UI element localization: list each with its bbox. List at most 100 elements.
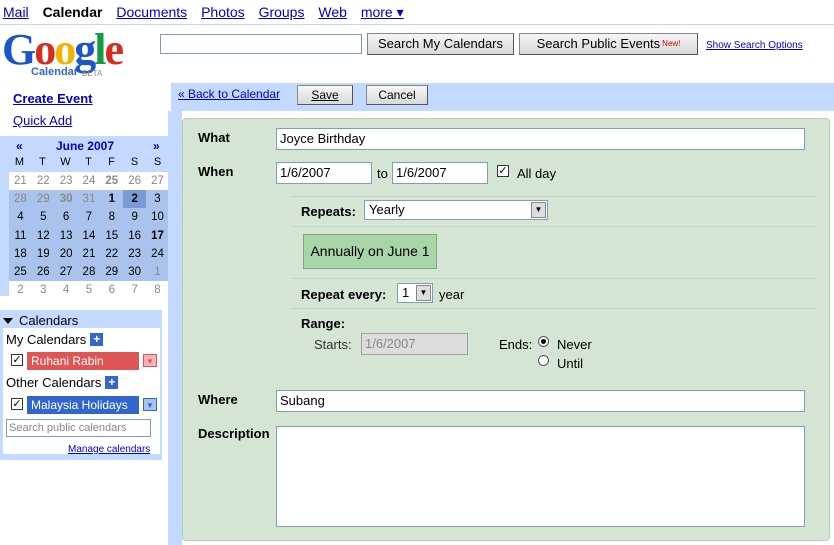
start-date-input[interactable]: 1/6/2007 <box>276 162 372 184</box>
mini-calendar-day[interactable]: 17 <box>146 226 169 245</box>
mini-calendar-day[interactable]: 23 <box>123 244 147 263</box>
mini-calendar-day[interactable]: 15 <box>100 226 124 245</box>
mini-calendar-day[interactable]: 30 <box>123 262 147 282</box>
mini-calendar-day[interactable]: 27 <box>54 262 78 282</box>
google-calendar-logo[interactable]: Google Calendar BETA <box>2 28 152 80</box>
mini-calendar-day[interactable]: 22 <box>100 244 124 263</box>
new-badge: New! <box>662 39 681 48</box>
mini-calendar-day[interactable]: 7 <box>123 281 146 299</box>
ends-never-radio[interactable] <box>538 336 549 347</box>
mini-calendar-day[interactable]: 12 <box>31 226 55 245</box>
starts-input: 1/6/2007 <box>361 333 468 355</box>
mini-calendar-day[interactable]: 6 <box>100 281 123 299</box>
mini-calendar-day[interactable]: 22 <box>32 172 55 190</box>
nav-documents[interactable]: Documents <box>116 4 187 20</box>
mini-calendar: June 2007 « » M T W T F S S 21 22 23 24 25 26… <box>0 136 170 300</box>
save-button[interactable]: Save <box>297 85 353 105</box>
mini-calendar-day[interactable]: 11 <box>9 226 32 245</box>
mini-calendar-day[interactable]: 21 <box>9 172 32 190</box>
back-to-calendar-link[interactable]: « Back to Calendar <box>178 87 280 101</box>
calendars-header[interactable]: Calendars <box>3 313 78 328</box>
repeat-every-select[interactable]: 1 ▼ <box>397 283 433 303</box>
mini-calendar-day[interactable]: 30 <box>54 190 78 209</box>
mini-calendar-day[interactable]: 8 <box>100 208 124 227</box>
repeat-every-value: 1 <box>402 285 410 300</box>
description-textarea[interactable] <box>276 426 805 527</box>
mini-calendar-day[interactable]: 29 <box>31 190 55 209</box>
search-my-calendars-button[interactable]: Search My Calendars <box>367 33 514 55</box>
mini-calendar-day[interactable]: 6 <box>54 208 78 227</box>
where-input[interactable]: Subang <box>276 390 805 412</box>
mini-calendar-day[interactable]: 1 <box>100 190 124 209</box>
mini-calendar-day[interactable]: 24 <box>78 172 101 190</box>
mini-calendar-day[interactable]: 29 <box>100 262 124 282</box>
repeats-select[interactable]: Yearly ▼ <box>364 200 548 220</box>
starts-label: Starts: <box>314 337 352 352</box>
search-input[interactable] <box>160 34 362 54</box>
nav-web[interactable]: Web <box>318 4 347 20</box>
nav-groups[interactable]: Groups <box>259 4 305 20</box>
quick-add-link[interactable]: Quick Add <box>13 113 72 128</box>
mini-calendar-day[interactable]: 16 <box>123 226 147 245</box>
mini-calendar-day[interactable]: 26 <box>123 172 146 190</box>
mini-calendar-title: June 2007 <box>55 139 115 153</box>
create-event-link[interactable]: Create Event <box>13 91 92 106</box>
mini-calendar-day[interactable]: 8 <box>146 281 169 299</box>
mini-calendar-day[interactable]: 23 <box>55 172 78 190</box>
mini-calendar-day[interactable]: 14 <box>77 226 101 245</box>
divider <box>291 308 816 309</box>
mini-calendar-day[interactable]: 2 <box>123 190 147 209</box>
mini-calendar-day[interactable]: 21 <box>77 244 101 263</box>
show-search-options-link[interactable]: Show Search Options <box>706 40 803 51</box>
ends-until-label: Until <box>557 356 584 371</box>
save-label: Save <box>311 88 339 102</box>
add-other-calendar-plus-icon[interactable]: + <box>105 376 119 389</box>
mini-calendar-day[interactable]: 5 <box>31 208 55 227</box>
malaysia-holidays-checkbox[interactable]: ✓ <box>11 398 23 410</box>
all-day-checkbox[interactable]: ✓ <box>497 165 509 177</box>
ruhani-rabin-checkbox[interactable]: ✓ <box>11 354 23 366</box>
add-my-calendar-plus-icon[interactable]: + <box>90 333 104 346</box>
mini-calendar-day[interactable]: 25 <box>100 172 123 190</box>
mini-calendar-day[interactable]: 4 <box>55 281 78 299</box>
mini-calendar-day[interactable]: 9 <box>123 208 147 227</box>
nav-mail[interactable]: Mail <box>3 4 29 20</box>
cancel-button[interactable]: Cancel <box>366 85 428 105</box>
end-date-input[interactable]: 1/6/2007 <box>392 162 488 184</box>
search-public-calendars-input[interactable]: Search public calendars <box>6 419 151 437</box>
mini-calendar-day[interactable]: 13 <box>54 226 78 245</box>
mini-calendar-day[interactable]: 10 <box>146 208 169 227</box>
mini-calendar-day[interactable]: 28 <box>9 190 32 209</box>
next-month-button[interactable]: » <box>153 139 160 153</box>
nav-more[interactable]: more ▾ <box>361 4 404 20</box>
search-public-events-button[interactable]: Search Public Events New! <box>519 33 698 55</box>
mini-calendar-day[interactable]: 3 <box>146 190 169 209</box>
mini-calendar-day[interactable]: 18 <box>9 244 32 263</box>
mini-calendar-day[interactable]: 26 <box>31 262 55 282</box>
calendar-chip-malaysia-holidays[interactable]: Malaysia Holidays <box>27 396 139 414</box>
mini-calendar-day[interactable]: 19 <box>31 244 55 263</box>
mini-calendar-day[interactable]: 20 <box>54 244 78 263</box>
mini-calendar-day[interactable]: 24 <box>146 244 169 263</box>
mini-calendar-day[interactable]: 2 <box>9 281 32 299</box>
mini-calendar-day[interactable]: 25 <box>9 262 32 282</box>
nav-photos[interactable]: Photos <box>201 4 245 20</box>
mini-calendar-day[interactable]: 5 <box>78 281 101 299</box>
mini-calendar-day[interactable]: 28 <box>77 262 101 282</box>
mini-calendar-day[interactable]: 1 <box>146 262 169 282</box>
mini-calendar-day[interactable]: 4 <box>9 208 32 227</box>
what-input[interactable]: Joyce Birthday <box>276 128 805 150</box>
calendars-list: My Calendars + ✓ Ruhani Rabin ▼ Other Cal… <box>3 328 160 454</box>
manage-calendars-link[interactable]: Manage calendars <box>68 444 150 455</box>
mini-calendar-day[interactable]: 31 <box>77 190 101 209</box>
chevron-down-icon[interactable]: ▼ <box>143 398 157 411</box>
prev-month-button[interactable]: « <box>16 139 23 153</box>
mini-calendar-grid: 21 22 23 24 25 26 27 28 29 30 31 1 2 3 4 5 6 7 8 9 10 11 12 13 1… <box>9 172 169 300</box>
nav-divider <box>0 24 834 25</box>
mini-calendar-day[interactable]: 27 <box>146 172 169 190</box>
ends-until-radio[interactable] <box>538 355 549 366</box>
mini-calendar-day[interactable]: 3 <box>32 281 55 299</box>
mini-calendar-day[interactable]: 7 <box>77 208 101 227</box>
calendar-chip-ruhani-rabin[interactable]: Ruhani Rabin <box>27 352 139 370</box>
chevron-down-icon[interactable]: ▼ <box>143 354 157 367</box>
